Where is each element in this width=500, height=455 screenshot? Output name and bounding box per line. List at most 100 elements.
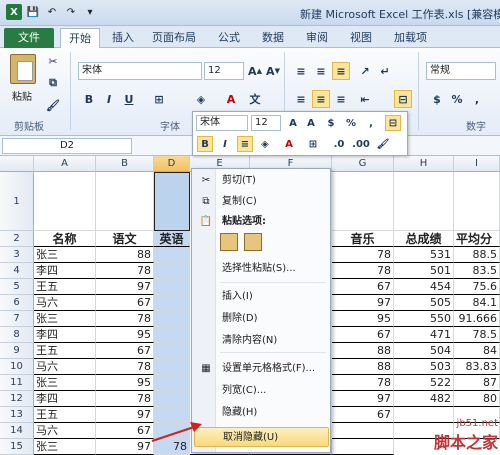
excel-app-icon[interactable]: X: [6, 4, 22, 20]
mini-comma-icon[interactable]: ,: [363, 115, 379, 131]
cell-chinese[interactable]: 95: [96, 327, 154, 343]
cell-chinese[interactable]: 95: [96, 375, 154, 391]
cell-average[interactable]: 75.6: [454, 279, 500, 295]
select-all-corner[interactable]: [0, 156, 34, 172]
cell-total[interactable]: 505: [394, 295, 454, 311]
cell-total[interactable]: 454: [394, 279, 454, 295]
mini-center-icon[interactable]: ≡: [237, 136, 253, 152]
cell-average[interactable]: 80: [454, 391, 500, 407]
cell-chinese[interactable]: 78: [96, 359, 154, 375]
cell-average[interactable]: 88.5: [454, 247, 500, 263]
orientation-icon[interactable]: ↗: [356, 62, 374, 80]
cell-total[interactable]: 522: [394, 375, 454, 391]
menu-item-delete[interactable]: 删除(D): [194, 309, 329, 329]
column-header-h[interactable]: H: [394, 156, 454, 172]
cell-english[interactable]: [154, 359, 190, 375]
cell-total[interactable]: 503: [394, 359, 454, 375]
cell-total[interactable]: 482: [394, 391, 454, 407]
borders-icon[interactable]: ⊞: [150, 90, 168, 108]
cell-english[interactable]: [154, 263, 190, 279]
paste-formatting-icon[interactable]: [220, 233, 238, 251]
cell-chinese[interactable]: 67: [96, 343, 154, 359]
align-center-icon[interactable]: ≡: [312, 90, 330, 108]
menu-item-clear[interactable]: 清除内容(N): [194, 331, 329, 351]
row-header-13[interactable]: 13: [0, 407, 34, 423]
cell-average[interactable]: 83.83: [454, 359, 500, 375]
mini-shrink-font-icon[interactable]: A: [303, 115, 319, 131]
header-cell-total[interactable]: 总成绩: [394, 231, 454, 247]
cell-name[interactable]: 王五: [34, 279, 96, 295]
cell-music[interactable]: 67: [332, 327, 394, 343]
align-middle-icon[interactable]: ≡: [312, 62, 330, 80]
cell-music[interactable]: 67: [332, 279, 394, 295]
cell-name[interactable]: 王五: [34, 407, 96, 423]
row-header-7[interactable]: 7: [0, 311, 34, 327]
paste-values-icon[interactable]: [244, 233, 262, 251]
menu-item-column-width[interactable]: 列宽(C)...: [194, 381, 329, 401]
header-cell-name[interactable]: 名称: [34, 231, 96, 247]
header-cell-average[interactable]: 平均分: [454, 231, 500, 247]
tab-file[interactable]: 文件: [4, 28, 54, 48]
cell-music[interactable]: [332, 423, 394, 439]
tab-view[interactable]: 视图: [350, 28, 372, 48]
decrease-indent-icon[interactable]: ⇤: [356, 90, 374, 108]
percent-icon[interactable]: %: [448, 90, 466, 108]
cell-average[interactable]: 83.5: [454, 263, 500, 279]
shrink-font-icon[interactable]: A ▼: [264, 62, 282, 80]
row-header-1[interactable]: 1: [0, 172, 34, 231]
tab-home[interactable]: 开始: [60, 28, 100, 48]
menu-item-hide[interactable]: 隐藏(H): [194, 403, 329, 423]
font-name-select[interactable]: 宋体: [78, 62, 202, 80]
row-header-3[interactable]: 3: [0, 247, 34, 263]
header-cell-english[interactable]: 英语: [154, 231, 190, 247]
mini-currency-icon[interactable]: $: [323, 115, 339, 131]
tab-insert[interactable]: 插入: [112, 28, 134, 48]
cell-chinese[interactable]: 97: [96, 407, 154, 423]
column-header-d[interactable]: D: [154, 156, 190, 172]
save-icon[interactable]: 💾: [25, 4, 41, 20]
copy-icon[interactable]: ⧉: [44, 74, 62, 92]
column-header-a[interactable]: A: [34, 156, 96, 172]
cell-name[interactable]: 张三: [34, 247, 96, 263]
mini-decrease-decimal-icon[interactable]: .00: [352, 136, 370, 152]
tab-addins[interactable]: 加载项: [394, 28, 427, 48]
column-header-g[interactable]: G: [332, 156, 394, 172]
format-painter-icon[interactable]: 🖌: [44, 96, 62, 114]
cell-name[interactable]: 李四: [34, 391, 96, 407]
cell-english[interactable]: [154, 391, 190, 407]
cell-english[interactable]: [154, 311, 190, 327]
cell-english[interactable]: [154, 279, 190, 295]
number-format-select[interactable]: 常规: [426, 62, 496, 80]
font-size-select[interactable]: 12: [204, 62, 244, 80]
cell-chinese[interactable]: 88: [96, 247, 154, 263]
cell-name[interactable]: 李四: [34, 327, 96, 343]
tab-formulas[interactable]: 公式: [218, 28, 240, 48]
cell-english[interactable]: [154, 327, 190, 343]
menu-item-insert[interactable]: 插入(I): [194, 287, 329, 307]
mini-font-name-select[interactable]: 宋体: [196, 115, 248, 131]
cell-chinese[interactable]: 67: [96, 295, 154, 311]
phonetic-icon[interactable]: 文: [246, 90, 264, 108]
row-header-10[interactable]: 10: [0, 359, 34, 375]
cell-music[interactable]: 97: [332, 295, 394, 311]
column-header-b[interactable]: B: [96, 156, 154, 172]
grow-font-icon[interactable]: A ▲: [246, 62, 264, 80]
paste-button-label[interactable]: 粘贴: [12, 88, 32, 103]
underline-button[interactable]: U: [120, 90, 138, 108]
row-header-14[interactable]: 14: [0, 423, 34, 439]
cell-chinese[interactable]: 78: [96, 391, 154, 407]
cell-english[interactable]: [154, 343, 190, 359]
cell-name[interactable]: 王五: [34, 343, 96, 359]
cell-english[interactable]: [154, 247, 190, 263]
menu-item-copy[interactable]: ⧉ 复制(C): [194, 192, 329, 212]
font-color-icon[interactable]: A: [222, 90, 240, 108]
mini-borders-icon[interactable]: ⊞: [305, 136, 321, 152]
cell-average[interactable]: 78.5: [454, 327, 500, 343]
wrap-text-icon[interactable]: ↵: [376, 62, 394, 80]
align-top-icon[interactable]: ≡: [292, 62, 310, 80]
mini-grow-font-icon[interactable]: A: [285, 115, 301, 131]
row-header-4[interactable]: 4: [0, 263, 34, 279]
comma-icon[interactable]: ,: [468, 90, 486, 108]
cell-chinese[interactable]: 97: [96, 439, 154, 455]
cell-average[interactable]: 84.1: [454, 295, 500, 311]
